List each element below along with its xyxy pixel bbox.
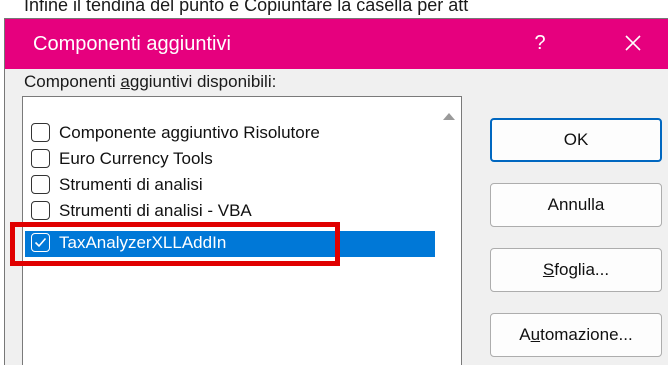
list-item-label: Strumenti di analisi <box>59 175 203 194</box>
browse-button[interactable]: Sfoglia... <box>490 248 662 292</box>
checkbox[interactable] <box>31 123 50 142</box>
scroll-up-arrow-icon[interactable] <box>443 113 455 120</box>
addins-listbox[interactable]: Componente aggiuntivo Risolutore Euro Cu… <box>22 96 462 365</box>
list-item-label: Strumenti di analisi - VBA <box>59 201 252 220</box>
cancel-button[interactable]: Annulla <box>490 183 662 227</box>
close-icon <box>625 35 641 51</box>
page: Infine il tendina del punto e Copiuntare… <box>0 0 668 365</box>
dialog-titlebar: Componenti aggiuntivi ? <box>5 19 668 69</box>
list-item-euro-currency-tools[interactable]: Euro Currency Tools <box>25 147 435 173</box>
available-addins-label: Componenti aggiuntivi disponibili: <box>24 72 277 91</box>
ok-button[interactable]: OK <box>490 118 662 162</box>
vertical-scrollbar[interactable] <box>439 97 461 365</box>
automation-button[interactable]: Automazione... <box>490 313 662 357</box>
checkbox[interactable] <box>31 201 50 220</box>
list-item-analysis-toolpak-vba[interactable]: Strumenti di analisi - VBA <box>25 199 435 221</box>
background-instruction-text: Infine il tendina del punto e Copiuntare… <box>24 0 469 15</box>
help-button[interactable]: ? <box>525 25 555 61</box>
checkbox[interactable] <box>31 175 50 194</box>
dialog-title: Componenti aggiuntivi <box>33 33 231 55</box>
check-icon <box>34 237 47 248</box>
list-item-label: TaxAnalyzerXLLAddIn <box>59 233 227 252</box>
list-item-taxanalyzer[interactable]: TaxAnalyzerXLLAddIn <box>25 231 435 257</box>
list-item-solver[interactable]: Componente aggiuntivo Risolutore <box>25 121 435 147</box>
close-button[interactable] <box>605 23 661 63</box>
list-item-label: Componente aggiuntivo Risolutore <box>59 123 320 142</box>
list-item-analysis-toolpak[interactable]: Strumenti di analisi <box>25 173 435 199</box>
checkbox-checked[interactable] <box>31 233 50 252</box>
list-item-label: Euro Currency Tools <box>59 149 213 168</box>
checkbox[interactable] <box>31 149 50 168</box>
